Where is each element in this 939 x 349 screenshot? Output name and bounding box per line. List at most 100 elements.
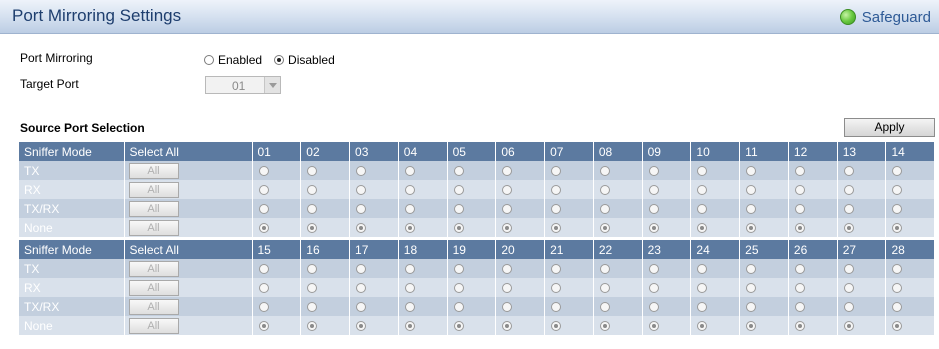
port-07-radio[interactable] bbox=[551, 166, 562, 177]
port-25-radio[interactable] bbox=[746, 264, 757, 275]
port-21-radio[interactable] bbox=[551, 283, 562, 294]
port-13-radio[interactable] bbox=[843, 185, 854, 196]
port-09-radio[interactable] bbox=[648, 166, 659, 177]
port-08-radio[interactable] bbox=[599, 166, 610, 177]
port-28-radio[interactable] bbox=[892, 321, 903, 332]
port-23-radio[interactable] bbox=[648, 321, 659, 332]
port-16-radio[interactable] bbox=[307, 283, 318, 294]
port-11-radio[interactable] bbox=[746, 204, 757, 215]
select-all-button[interactable]: All bbox=[128, 318, 179, 334]
port-22-radio[interactable] bbox=[599, 264, 610, 275]
port-24-radio[interactable] bbox=[697, 321, 708, 332]
port-14-radio[interactable] bbox=[892, 166, 903, 177]
port-16-radio[interactable] bbox=[307, 264, 318, 275]
port-21-radio[interactable] bbox=[551, 302, 562, 313]
port-08-radio[interactable] bbox=[599, 223, 610, 234]
port-01-radio[interactable] bbox=[258, 223, 269, 234]
port-19-radio[interactable] bbox=[453, 264, 464, 275]
port-05-radio[interactable] bbox=[453, 223, 464, 234]
port-15-radio[interactable] bbox=[258, 321, 269, 332]
port-28-radio[interactable] bbox=[892, 283, 903, 294]
port-18-radio[interactable] bbox=[404, 321, 415, 332]
port-15-radio[interactable] bbox=[258, 264, 269, 275]
port-03-radio[interactable] bbox=[356, 223, 367, 234]
port-13-radio[interactable] bbox=[843, 223, 854, 234]
port-01-radio[interactable] bbox=[258, 166, 269, 177]
port-15-radio[interactable] bbox=[258, 302, 269, 313]
port-25-radio[interactable] bbox=[746, 321, 757, 332]
chevron-down-icon[interactable] bbox=[264, 77, 280, 93]
port-21-radio[interactable] bbox=[551, 321, 562, 332]
port-13-radio[interactable] bbox=[843, 166, 854, 177]
select-all-button[interactable]: All bbox=[128, 299, 179, 315]
port-24-radio[interactable] bbox=[697, 264, 708, 275]
port-10-radio[interactable] bbox=[697, 204, 708, 215]
port-07-radio[interactable] bbox=[551, 223, 562, 234]
port-03-radio[interactable] bbox=[356, 185, 367, 196]
apply-button[interactable]: Apply bbox=[844, 118, 935, 137]
port-07-radio[interactable] bbox=[551, 204, 562, 215]
port-09-radio[interactable] bbox=[648, 204, 659, 215]
port-24-radio[interactable] bbox=[697, 283, 708, 294]
port-14-radio[interactable] bbox=[892, 185, 903, 196]
port-14-radio[interactable] bbox=[892, 204, 903, 215]
port-17-radio[interactable] bbox=[356, 321, 367, 332]
port-03-radio[interactable] bbox=[356, 204, 367, 215]
port-17-radio[interactable] bbox=[356, 264, 367, 275]
port-18-radio[interactable] bbox=[404, 283, 415, 294]
port-10-radio[interactable] bbox=[697, 185, 708, 196]
port-04-radio[interactable] bbox=[404, 204, 415, 215]
port-12-radio[interactable] bbox=[794, 223, 805, 234]
port-26-radio[interactable] bbox=[794, 302, 805, 313]
port-20-radio[interactable] bbox=[502, 302, 513, 313]
disabled-radio[interactable] bbox=[274, 55, 285, 65]
port-12-radio[interactable] bbox=[794, 185, 805, 196]
port-02-radio[interactable] bbox=[307, 223, 318, 234]
port-17-radio[interactable] bbox=[356, 283, 367, 294]
port-20-radio[interactable] bbox=[502, 283, 513, 294]
port-04-radio[interactable] bbox=[404, 185, 415, 196]
select-all-button[interactable]: All bbox=[128, 201, 179, 217]
port-19-radio[interactable] bbox=[453, 321, 464, 332]
select-all-button[interactable]: All bbox=[128, 163, 179, 179]
port-19-radio[interactable] bbox=[453, 283, 464, 294]
port-09-radio[interactable] bbox=[648, 223, 659, 234]
port-17-radio[interactable] bbox=[356, 302, 367, 313]
port-18-radio[interactable] bbox=[404, 264, 415, 275]
port-11-radio[interactable] bbox=[746, 185, 757, 196]
port-10-radio[interactable] bbox=[697, 166, 708, 177]
port-21-radio[interactable] bbox=[551, 264, 562, 275]
port-15-radio[interactable] bbox=[258, 283, 269, 294]
port-08-radio[interactable] bbox=[599, 204, 610, 215]
port-16-radio[interactable] bbox=[307, 302, 318, 313]
port-28-radio[interactable] bbox=[892, 264, 903, 275]
enabled-radio[interactable] bbox=[204, 55, 214, 65]
select-all-button[interactable]: All bbox=[128, 280, 179, 296]
port-20-radio[interactable] bbox=[502, 264, 513, 275]
port-18-radio[interactable] bbox=[404, 302, 415, 313]
port-26-radio[interactable] bbox=[794, 283, 805, 294]
port-04-radio[interactable] bbox=[404, 166, 415, 177]
port-27-radio[interactable] bbox=[843, 302, 854, 313]
port-25-radio[interactable] bbox=[746, 302, 757, 313]
port-24-radio[interactable] bbox=[697, 302, 708, 313]
port-26-radio[interactable] bbox=[794, 321, 805, 332]
select-all-button[interactable]: All bbox=[128, 261, 179, 277]
port-26-radio[interactable] bbox=[794, 264, 805, 275]
port-12-radio[interactable] bbox=[794, 166, 805, 177]
port-22-radio[interactable] bbox=[599, 321, 610, 332]
port-27-radio[interactable] bbox=[843, 283, 854, 294]
port-13-radio[interactable] bbox=[843, 204, 854, 215]
port-02-radio[interactable] bbox=[307, 185, 318, 196]
port-28-radio[interactable] bbox=[892, 302, 903, 313]
port-05-radio[interactable] bbox=[453, 204, 464, 215]
port-20-radio[interactable] bbox=[502, 321, 513, 332]
port-23-radio[interactable] bbox=[648, 264, 659, 275]
port-01-radio[interactable] bbox=[258, 204, 269, 215]
select-all-button[interactable]: All bbox=[128, 182, 179, 198]
port-06-radio[interactable] bbox=[502, 204, 513, 215]
port-27-radio[interactable] bbox=[843, 264, 854, 275]
port-01-radio[interactable] bbox=[258, 185, 269, 196]
port-22-radio[interactable] bbox=[599, 283, 610, 294]
port-06-radio[interactable] bbox=[502, 166, 513, 177]
